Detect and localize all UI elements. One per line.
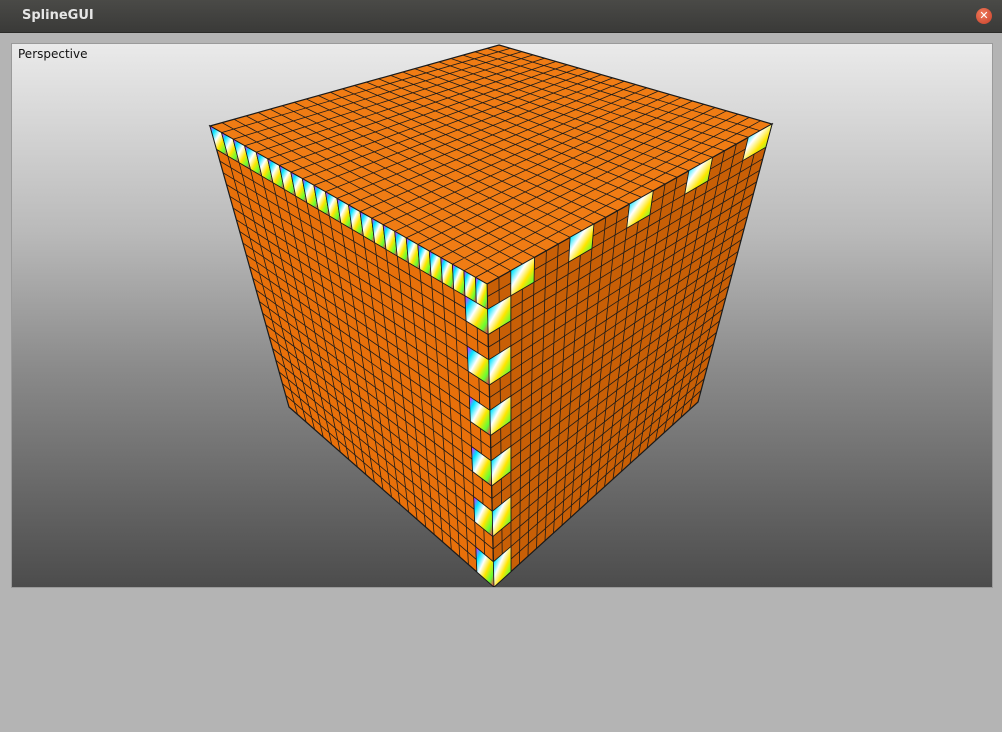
perspective-viewport[interactable]: Perspective (11, 43, 993, 588)
title-bar[interactable]: SplineGUI ✕ (0, 0, 1002, 33)
close-icon: ✕ (979, 9, 989, 22)
window-body: Perspective (0, 33, 1002, 732)
close-button[interactable]: ✕ (976, 8, 992, 24)
viewport-label: Perspective (18, 47, 88, 61)
cube-render[interactable] (12, 44, 992, 587)
window-title: SplineGUI (22, 8, 94, 23)
